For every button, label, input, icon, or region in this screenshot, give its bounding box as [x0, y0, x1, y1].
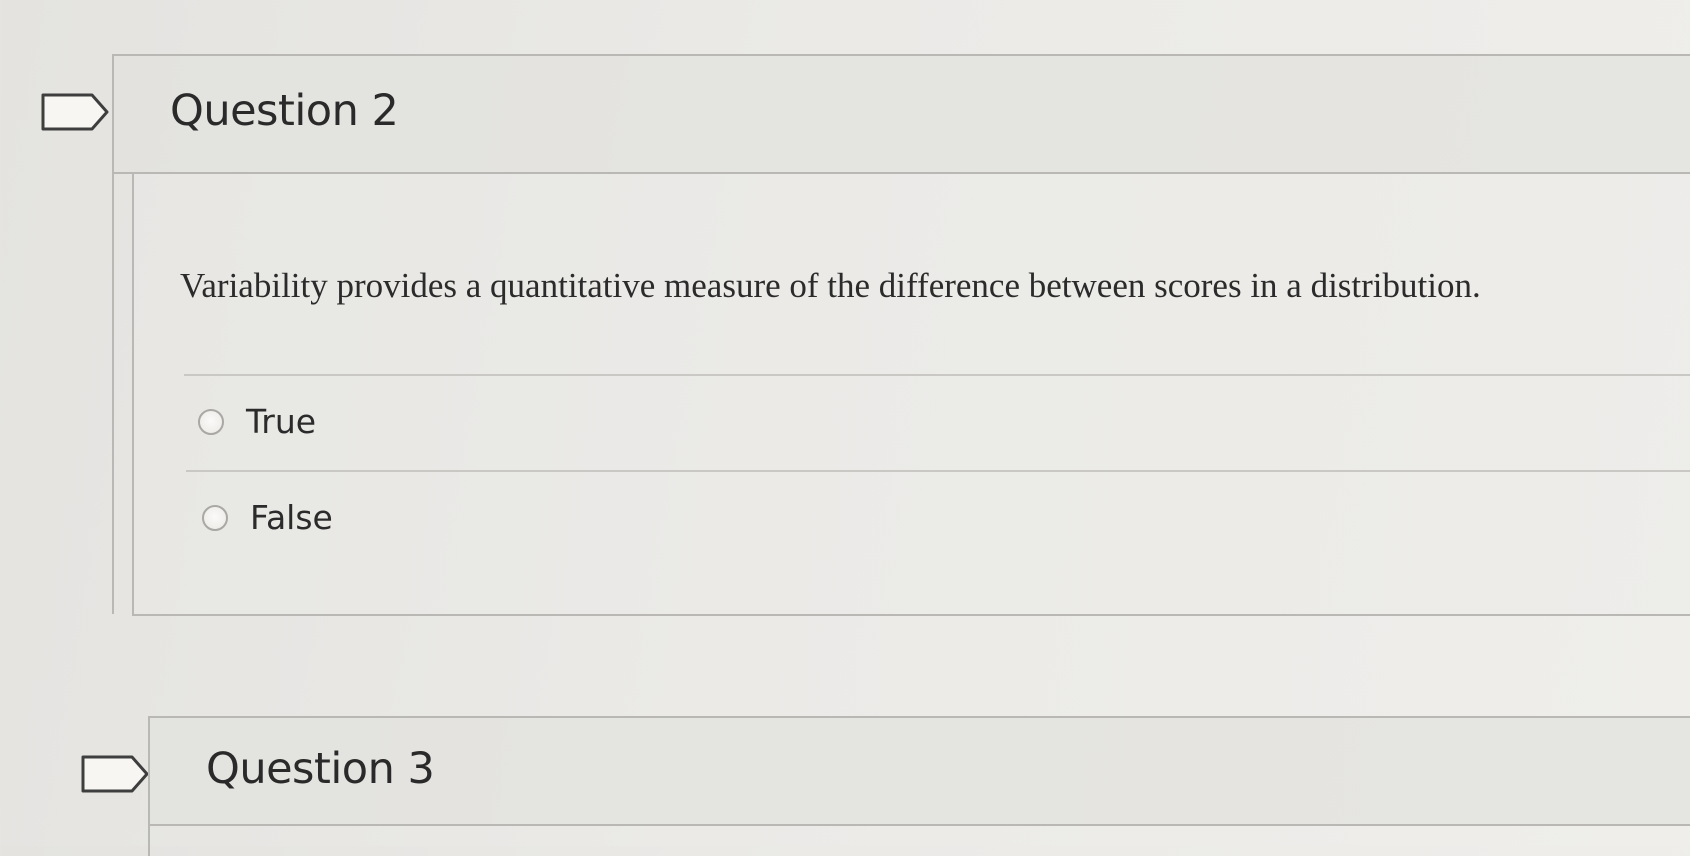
false-label: False [250, 498, 333, 537]
answer-divider-middle [186, 470, 1690, 472]
flag-question-3-icon[interactable] [80, 754, 150, 794]
question-3-card: Question 3 [148, 716, 1690, 856]
question-3-title: Question 3 [206, 744, 435, 794]
answer-option-false[interactable]: False [202, 498, 333, 537]
true-label: True [246, 402, 317, 441]
answer-option-true[interactable]: True [198, 402, 316, 441]
true-radio-button[interactable] [198, 408, 224, 435]
question-3-header: Question 3 [150, 718, 1690, 826]
question-2-body [132, 174, 1690, 616]
question-2-header: Question 2 [114, 56, 1690, 174]
quiz-page: Question 2 Variability provides a quanti… [0, 0, 1690, 856]
flag-question-2-icon[interactable] [40, 92, 110, 132]
false-radio-button[interactable] [202, 504, 228, 531]
question-2-text: Variability provides a quantitative meas… [180, 266, 1481, 305]
answer-divider-top [184, 374, 1690, 376]
question-2-card: Question 2 [112, 54, 1690, 616]
question-2-title: Question 2 [170, 86, 399, 136]
